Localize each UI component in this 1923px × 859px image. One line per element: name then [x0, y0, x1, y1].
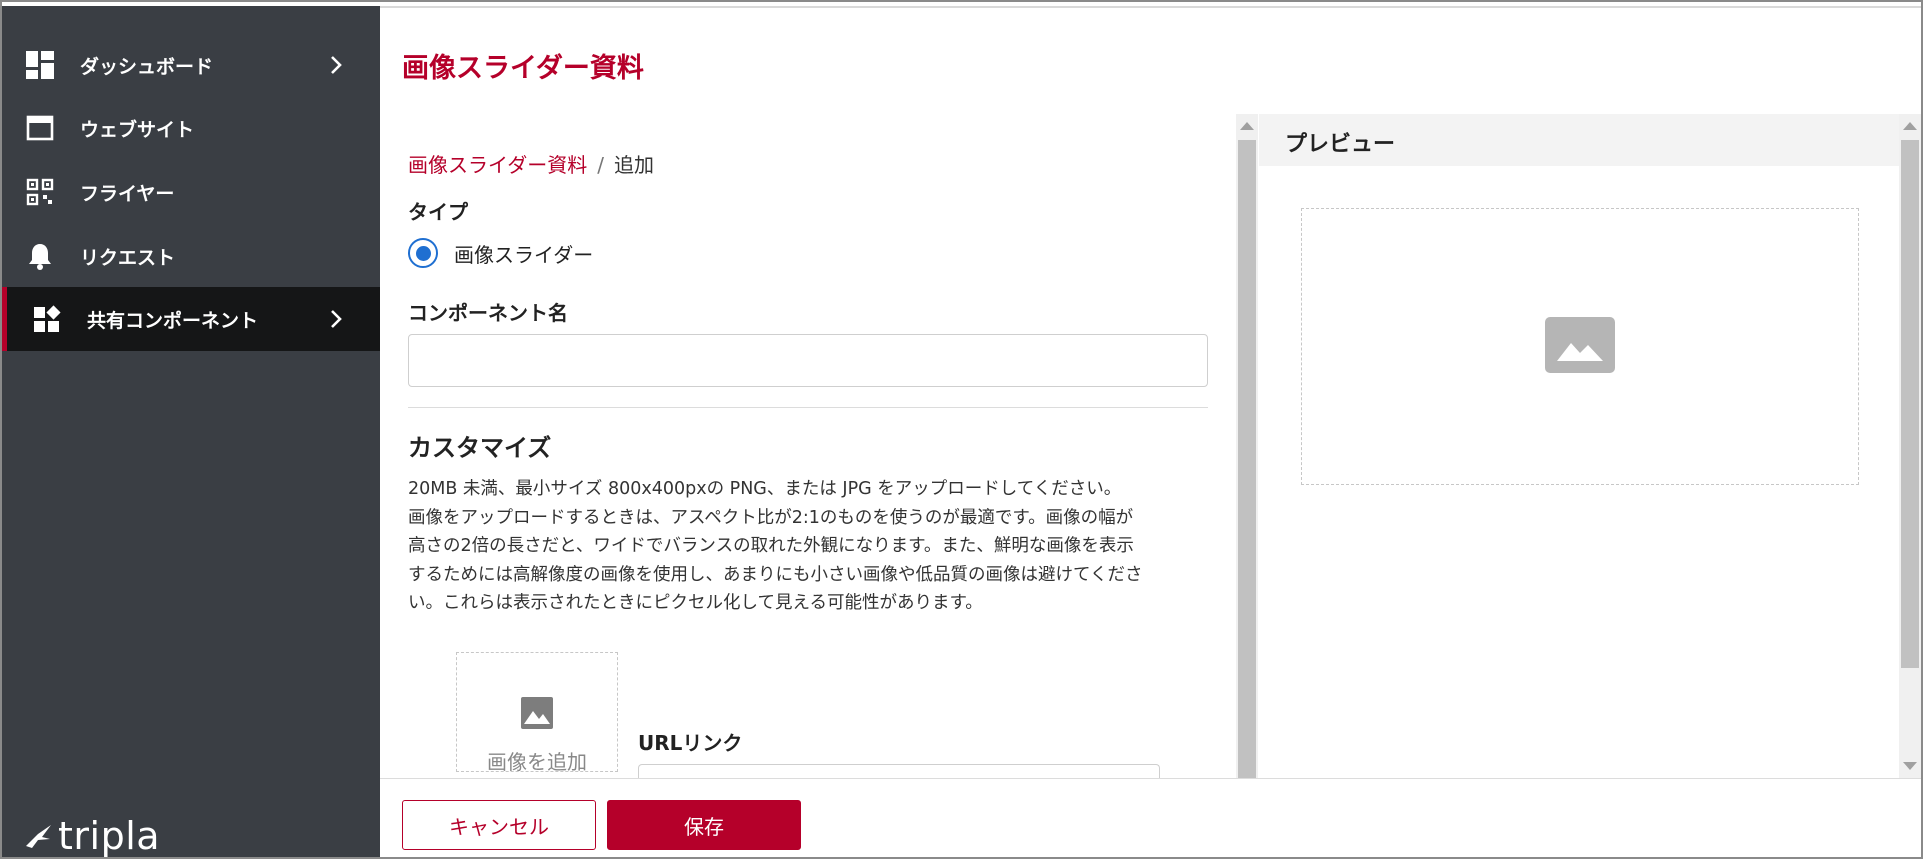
- sidebar: ダッシュボード ウェブサイト フライヤー リクエスト 共有コンポーネント tri…: [2, 6, 380, 858]
- preview-title: プレビュー: [1285, 132, 1396, 157]
- preview-scrollbar[interactable]: [1899, 114, 1921, 778]
- instruction-line: するためには高解像度の画像を使用し、あまりにも小さい画像や低品質の画像は避けてく…: [408, 564, 1143, 585]
- logo-text: tripla: [58, 814, 161, 858]
- add-image-button[interactable]: 画像を追加: [456, 652, 618, 772]
- scroll-up-arrow-icon[interactable]: [1903, 122, 1917, 130]
- save-button[interactable]: 保存: [607, 800, 801, 850]
- tripla-logo: tripla: [24, 814, 160, 858]
- chevron-right-icon: [324, 53, 348, 77]
- browser-window-icon: [24, 112, 56, 144]
- section-divider: [408, 407, 1208, 408]
- form-scrollbar-thumb[interactable]: [1238, 140, 1256, 778]
- preview-scrollbar-thumb[interactable]: [1901, 140, 1919, 668]
- page-title: 画像スライダー資料: [402, 53, 644, 84]
- type-radio-button[interactable]: [408, 238, 438, 268]
- sidebar-item-website[interactable]: ウェブサイト: [2, 96, 380, 160]
- sidebar-item-label: ダッシュボード: [80, 55, 214, 78]
- sidebar-item-dashboard[interactable]: ダッシュボード: [2, 33, 380, 97]
- component-name-input[interactable]: [408, 334, 1208, 387]
- sidebar-item-label: ウェブサイト: [80, 118, 195, 141]
- chevron-right-icon: [324, 307, 348, 331]
- instruction-line: 画像をアップロードするときは、アスペクト比が2:1のものを使うのが最適です。画像…: [408, 507, 1134, 528]
- image-placeholder-icon: [521, 697, 553, 734]
- sidebar-item-shared-components[interactable]: 共有コンポーネント: [2, 287, 380, 351]
- url-link-label: URLリンク: [638, 731, 743, 755]
- preview-panel: プレビュー: [1259, 114, 1901, 778]
- bird-logo-icon: [26, 825, 51, 848]
- upload-instructions: 20MB 未満、最小サイズ 800x400pxの PNG、または JPG をアッ…: [408, 475, 1208, 618]
- type-label: タイプ: [408, 200, 468, 224]
- instruction-line: い。これらは表示されたときにピクセル化して見える可能性があります。: [408, 593, 983, 613]
- breadcrumb-current: 追加: [613, 153, 654, 177]
- form-scrollbar[interactable]: [1236, 114, 1258, 778]
- sidebar-item-label: 共有コンポーネント: [87, 309, 259, 332]
- qr-code-icon: [24, 176, 56, 208]
- customize-heading: カスタマイズ: [408, 434, 552, 462]
- sidebar-item-label: フライヤー: [80, 182, 175, 205]
- sidebar-item-flyer[interactable]: フライヤー: [2, 160, 380, 224]
- widgets-icon: [31, 303, 63, 335]
- breadcrumb-separator: /: [597, 153, 604, 177]
- type-option-label: 画像スライダー: [454, 242, 594, 267]
- type-radio-option[interactable]: 画像スライダー: [408, 238, 593, 268]
- cancel-button[interactable]: キャンセル: [402, 800, 596, 850]
- instruction-line: 高さの2倍の長さだと、ワイドでバランスの取れた外観になります。また、鮮明な画像を…: [408, 536, 1134, 556]
- scroll-up-arrow-icon[interactable]: [1240, 122, 1254, 130]
- preview-header: プレビュー: [1259, 114, 1901, 166]
- component-name-label: コンポーネント名: [408, 301, 568, 325]
- dashboard-icon: [24, 49, 56, 81]
- scroll-down-arrow-icon[interactable]: [1903, 762, 1917, 770]
- breadcrumb-parent-link[interactable]: 画像スライダー資料: [408, 153, 587, 177]
- sidebar-item-request[interactable]: リクエスト: [2, 224, 380, 288]
- image-placeholder-icon: [1545, 316, 1615, 377]
- radio-selected-dot: [415, 245, 431, 261]
- add-image-label: 画像を追加: [487, 750, 587, 772]
- sidebar-item-label: リクエスト: [80, 246, 176, 269]
- top-bar: [380, 6, 1921, 8]
- breadcrumb: 画像スライダー資料 / 追加: [408, 149, 654, 178]
- action-bar: キャンセル 保存: [380, 778, 1921, 857]
- bell-icon: [24, 240, 56, 272]
- preview-image-area: [1301, 208, 1859, 485]
- instruction-line: 20MB 未満、最小サイズ 800x400pxの PNG、または JPG をアッ…: [408, 479, 1122, 499]
